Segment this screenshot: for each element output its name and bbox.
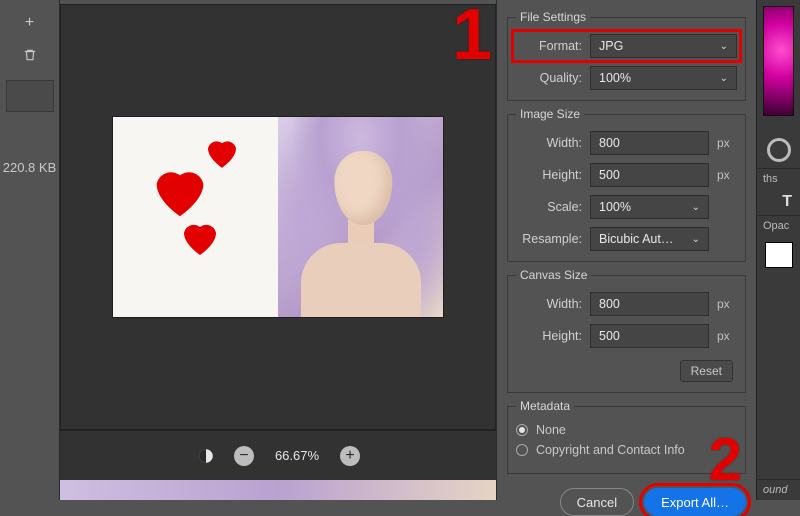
trash-icon[interactable] (19, 44, 41, 66)
metadata-none-label: None (536, 423, 566, 437)
preview-canvas (113, 117, 443, 317)
file-settings-section: File Settings Format: JPG ⌄ Quality: 100… (507, 10, 746, 101)
image-width-input[interactable]: 800 (590, 131, 709, 155)
scale-label: Scale: (516, 200, 582, 214)
height-label: Height: (516, 168, 582, 182)
format-row: Format: JPG ⌄ (516, 34, 737, 58)
paths-tab-fragment: ths (757, 168, 800, 189)
preview-left-half (113, 117, 278, 317)
format-label: Format: (516, 39, 582, 53)
format-value: JPG (599, 39, 623, 53)
resample-label: Resample: (516, 232, 582, 246)
unit-px: px (717, 136, 737, 150)
heart-icon (199, 131, 245, 173)
section-title: File Settings (516, 10, 590, 24)
unit-px: px (717, 329, 737, 343)
preview-canvas-area (60, 4, 496, 430)
quality-label: Quality: (516, 71, 582, 85)
quality-value: 100% (599, 71, 631, 85)
background-panels: ths T Opac ound (756, 0, 800, 500)
unit-px: px (717, 297, 737, 311)
type-tool-icon: T (757, 189, 800, 215)
scale-select[interactable]: 100% ⌄ (590, 195, 709, 219)
section-title: Image Size (516, 107, 584, 121)
export-settings-panel: File Settings Format: JPG ⌄ Quality: 100… (496, 0, 756, 500)
chevron-down-icon: ⌄ (692, 234, 700, 245)
zoom-in-icon[interactable]: + (340, 446, 360, 466)
file-size-label: 220.8 KB (3, 160, 57, 175)
quality-row: Quality: 100% ⌄ (516, 66, 737, 90)
background-text-fragment: ound (757, 479, 800, 500)
chevron-down-icon: ⌄ (720, 73, 728, 84)
add-icon[interactable]: + (19, 12, 41, 34)
cancel-button[interactable]: Cancel (560, 488, 634, 516)
circle-icon (767, 138, 791, 162)
zoom-out-icon[interactable]: − (234, 446, 254, 466)
unit-px: px (717, 168, 737, 182)
resample-select[interactable]: Bicubic Aut… ⌄ (590, 227, 709, 251)
canvas-height-label: Height: (516, 329, 582, 343)
chevron-down-icon: ⌄ (720, 41, 728, 52)
color-picker-swatch[interactable] (763, 6, 794, 116)
preview-column: − 66.67% + (60, 0, 496, 500)
metadata-section: Metadata None Copyright and Contact Info (507, 399, 746, 474)
metadata-none-option[interactable]: None (516, 423, 737, 437)
radio-icon (516, 444, 528, 456)
radio-icon (516, 424, 528, 436)
cropped-image-strip (60, 480, 496, 500)
dialog-footer: Cancel Export All… (507, 480, 746, 516)
chevron-down-icon: ⌄ (692, 202, 700, 213)
image-size-section: Image Size Width: 800 px Height: 500 px … (507, 107, 746, 262)
heart-icon (173, 213, 227, 261)
preview-toolbar: − 66.67% + (60, 430, 496, 480)
width-label: Width: (516, 136, 582, 150)
foreground-color-swatch[interactable] (765, 242, 793, 268)
left-asset-strip: + 220.8 KB (0, 0, 60, 500)
asset-thumbnail[interactable] (6, 80, 54, 112)
opacity-label-fragment: Opac (757, 215, 800, 236)
metadata-copyright-option[interactable]: Copyright and Contact Info (516, 443, 737, 457)
metadata-copyright-label: Copyright and Contact Info (536, 443, 685, 457)
reset-button[interactable]: Reset (680, 360, 733, 382)
preview-right-half (278, 117, 443, 317)
zoom-percent[interactable]: 66.67% (272, 448, 322, 463)
contrast-icon[interactable] (196, 446, 216, 466)
canvas-width-label: Width: (516, 297, 582, 311)
quality-select[interactable]: 100% ⌄ (590, 66, 737, 90)
export-all-button[interactable]: Export All… (644, 488, 746, 516)
section-title: Metadata (516, 399, 574, 413)
image-height-input[interactable]: 500 (590, 163, 709, 187)
canvas-width-input[interactable]: 800 (590, 292, 709, 316)
canvas-height-input[interactable]: 500 (590, 324, 709, 348)
format-select[interactable]: JPG ⌄ (590, 34, 737, 58)
section-title: Canvas Size (516, 268, 591, 282)
canvas-size-section: Canvas Size Width: 800 px Height: 500 px… (507, 268, 746, 393)
